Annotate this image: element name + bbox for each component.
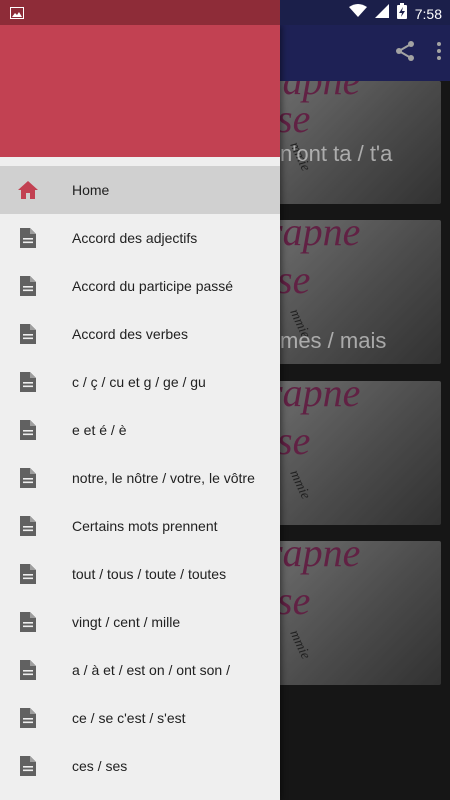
drawer-menu: Home Accord des adjectifs Accord du partic…: [0, 166, 280, 790]
drawer-item[interactable]: e et é / è: [0, 406, 280, 454]
drawer-item-label: ces / ses: [72, 758, 128, 774]
drawer-item-label: tout / tous / toute / toutes: [72, 566, 227, 582]
status-bar: 7:58: [0, 0, 450, 25]
drawer-item-label: Accord des verbes: [72, 326, 188, 342]
document-icon: [18, 226, 38, 250]
document-icon: [18, 322, 38, 346]
document-icon: [18, 754, 38, 778]
drawer-item-label: c / ç / cu et g / ge / gu: [72, 374, 206, 390]
drawer-item-label: Accord du participe passé: [72, 278, 234, 294]
drawer-item[interactable]: ce / se c'est / s'est: [0, 694, 280, 742]
drawer-header: [0, 25, 280, 157]
drawer-item-label: vingt / cent / mille: [72, 614, 181, 630]
drawer-item-label: Certains mots prennent: [72, 518, 218, 534]
drawer-item-label: a / à et / est on / ont son /: [72, 662, 230, 678]
signal-icon: [374, 4, 389, 23]
document-icon: [18, 274, 38, 298]
drawer-item[interactable]: Home: [0, 166, 280, 214]
drawer-item[interactable]: a / à et / est on / ont son /: [0, 646, 280, 694]
home-icon: [18, 178, 38, 202]
status-bar-drawer-tint: [0, 0, 280, 25]
drawer-item[interactable]: tout / tous / toute / toutes: [0, 550, 280, 598]
wifi-icon: [348, 4, 367, 23]
drawer-item[interactable]: Accord du participe passé: [0, 262, 280, 310]
drawer-item[interactable]: Certains mots prennent: [0, 502, 280, 550]
drawer-item[interactable]: vingt / cent / mille: [0, 598, 280, 646]
document-icon: [18, 610, 38, 634]
drawer-item-label: notre, le nôtre / votre, le vôtre: [72, 470, 255, 486]
drawer-scrim[interactable]: [280, 25, 450, 800]
document-icon: [18, 562, 38, 586]
document-icon: [18, 418, 38, 442]
document-icon: [18, 370, 38, 394]
status-time: 7:58: [414, 5, 442, 22]
document-icon: [18, 466, 38, 490]
drawer-item[interactable]: Accord des adjectifs: [0, 214, 280, 262]
navigation-drawer: Home Accord des adjectifs Accord du partic…: [0, 25, 280, 800]
drawer-item[interactable]: notre, le nôtre / votre, le vôtre: [0, 454, 280, 502]
drawer-item-label: e et é / è: [72, 422, 127, 438]
drawer-item-label: ce / se c'est / s'est: [72, 710, 186, 726]
document-icon: [18, 514, 38, 538]
drawer-item-label: Home: [72, 182, 110, 198]
gallery-icon: [10, 6, 24, 24]
document-icon: [18, 658, 38, 682]
drawer-item[interactable]: ces / ses: [0, 742, 280, 790]
battery-charging-icon: [396, 3, 407, 24]
drawer-item[interactable]: c / ç / cu et g / ge / gu: [0, 358, 280, 406]
document-icon: [18, 706, 38, 730]
drawer-item[interactable]: Accord des verbes: [0, 310, 280, 358]
drawer-item-label: Accord des adjectifs: [72, 230, 198, 246]
